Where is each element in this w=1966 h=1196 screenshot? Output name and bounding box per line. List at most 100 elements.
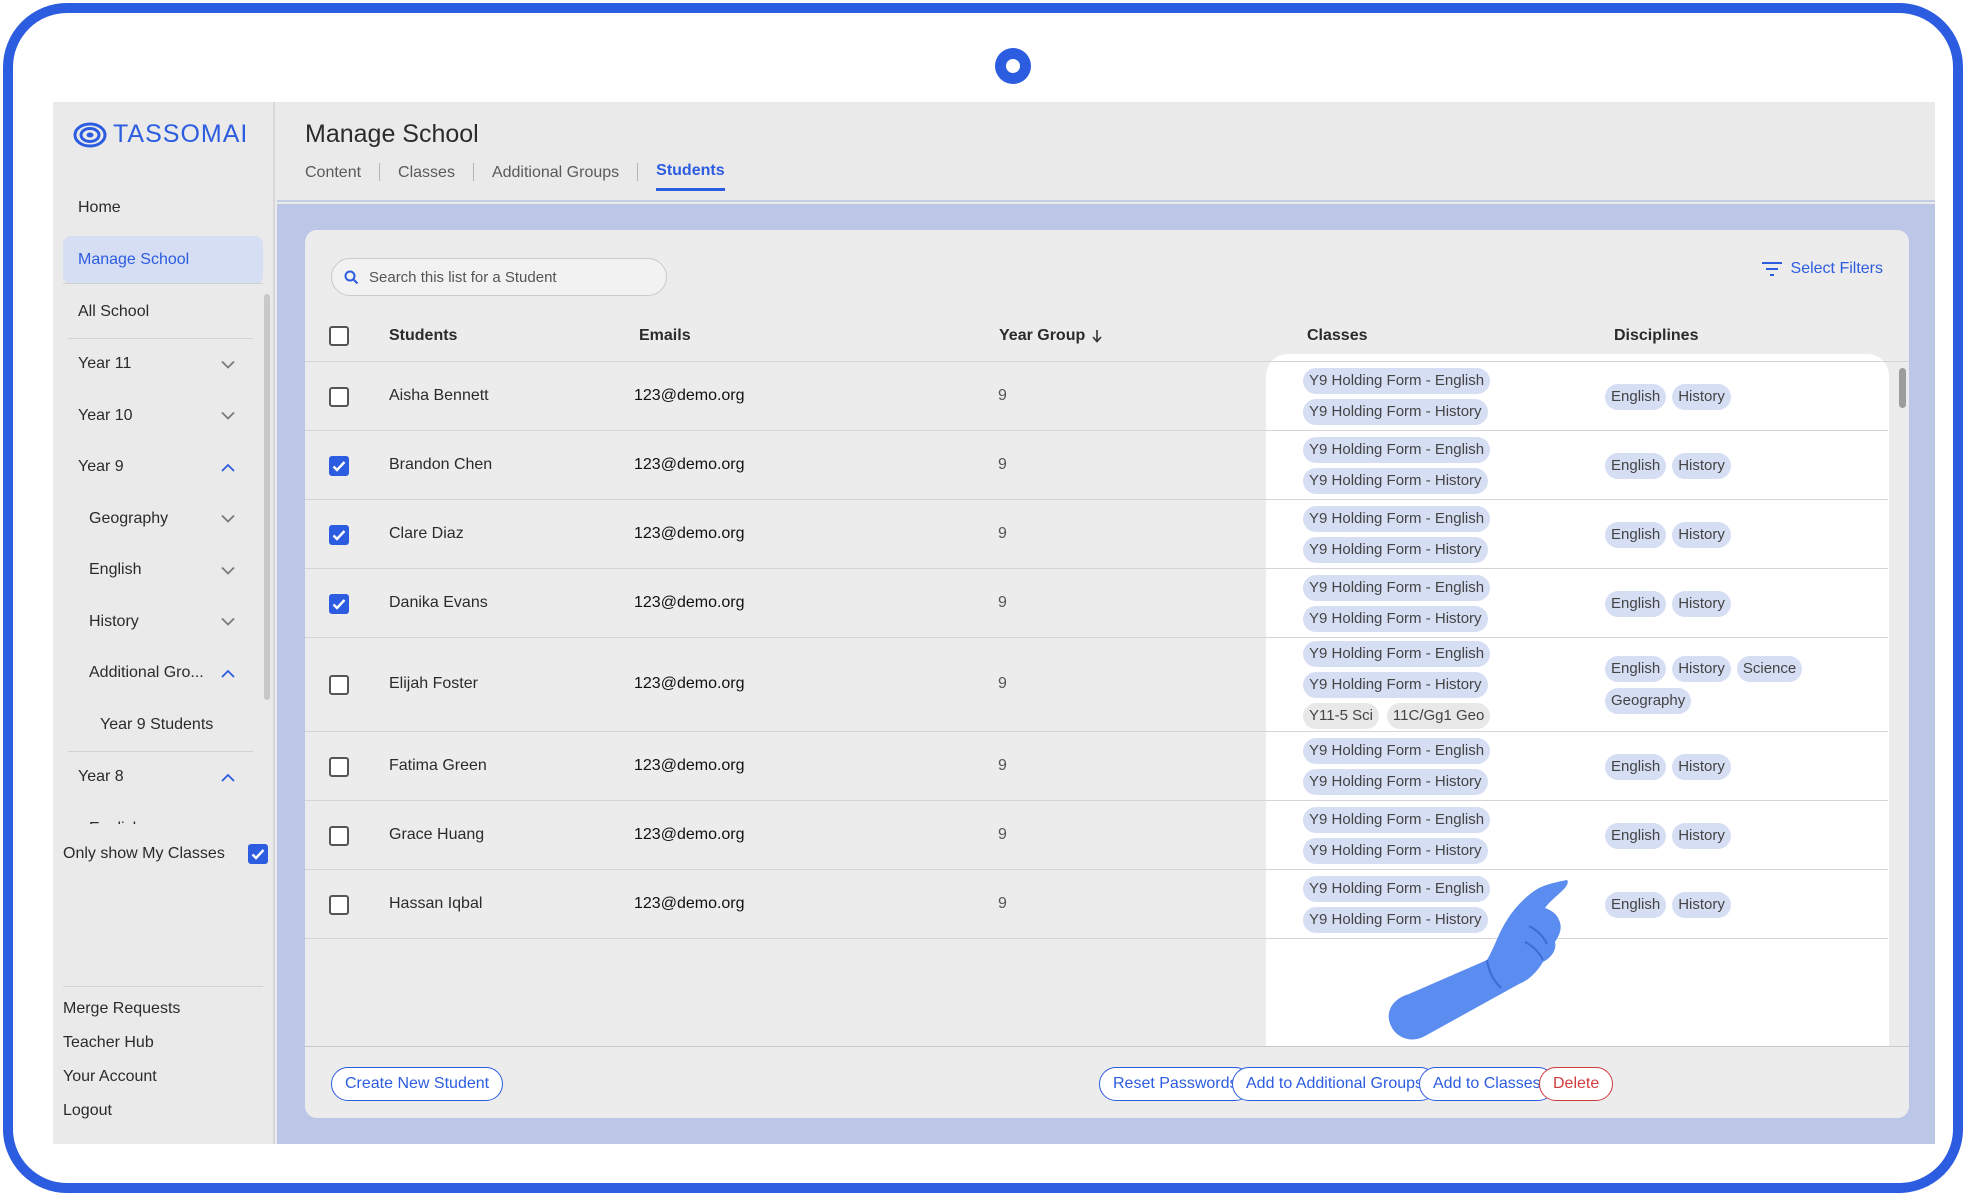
tree-item[interactable]: History bbox=[63, 596, 253, 648]
discipline-chip[interactable]: History bbox=[1672, 822, 1731, 849]
column-emails[interactable]: Emails bbox=[639, 327, 691, 345]
row-checkbox[interactable] bbox=[329, 675, 349, 695]
discipline-chip[interactable]: History bbox=[1672, 656, 1731, 682]
tree-item[interactable]: Year 8 bbox=[63, 752, 253, 804]
discipline-chip[interactable]: History bbox=[1672, 383, 1731, 410]
table-row[interactable]: Fatima Green 123@demo.org 9 Y9 Holding Form… bbox=[305, 732, 1888, 801]
discipline-chip[interactable]: English bbox=[1605, 383, 1667, 410]
brand-logo[interactable]: TASSOMAI bbox=[73, 120, 248, 149]
column-students[interactable]: Students bbox=[389, 327, 457, 345]
discipline-chip[interactable]: History bbox=[1672, 891, 1731, 918]
table-scrollbar[interactable] bbox=[1899, 368, 1906, 408]
student-search[interactable] bbox=[331, 258, 667, 296]
teacher-hub-link[interactable]: Teacher Hub bbox=[63, 1026, 263, 1060]
class-chip[interactable]: 11C/Gg1 Geo bbox=[1386, 703, 1491, 729]
your-account-link[interactable]: Your Account bbox=[63, 1060, 263, 1094]
class-chip[interactable]: Y9 Holding Form - English bbox=[1303, 738, 1491, 764]
chevron-down-icon[interactable] bbox=[221, 615, 235, 629]
tree-item[interactable]: Additional Gro... bbox=[63, 648, 253, 700]
row-checkbox[interactable] bbox=[329, 593, 349, 614]
tab-classes[interactable]: Classes bbox=[398, 164, 455, 190]
class-chip[interactable]: Y9 Holding Form - History bbox=[1303, 399, 1488, 425]
select-all-checkbox[interactable] bbox=[329, 326, 349, 346]
tab-content[interactable]: Content bbox=[305, 164, 361, 190]
discipline-chip[interactable]: History bbox=[1672, 590, 1731, 617]
row-checkbox[interactable] bbox=[329, 825, 349, 846]
class-chip[interactable]: Y9 Holding Form - History bbox=[1303, 769, 1488, 795]
chevron-down-icon[interactable] bbox=[221, 822, 235, 824]
chevron-down-icon[interactable] bbox=[221, 563, 235, 577]
tree-item[interactable]: English bbox=[63, 803, 253, 824]
sidebar-item-manage-school[interactable]: Manage School bbox=[63, 236, 263, 284]
table-row[interactable]: Grace Huang 123@demo.org 9 Y9 Holding Form … bbox=[305, 801, 1888, 870]
discipline-chip[interactable]: History bbox=[1672, 753, 1731, 780]
discipline-chip[interactable]: English bbox=[1605, 590, 1667, 617]
table-row[interactable]: Danika Evans 123@demo.org 9 Y9 Holding Form… bbox=[305, 569, 1888, 638]
tree-item[interactable]: Year 9 bbox=[63, 442, 253, 494]
discipline-chip[interactable]: English bbox=[1605, 891, 1667, 918]
only-my-classes-checkbox[interactable] bbox=[248, 844, 268, 864]
select-filters-button[interactable]: Select Filters bbox=[1761, 260, 1883, 278]
class-chip[interactable]: Y11-5 Sci bbox=[1303, 703, 1379, 729]
table-row[interactable]: Aisha Bennett 123@demo.org 9 Y9 Holding For… bbox=[305, 362, 1888, 431]
table-row[interactable]: Brandon Chen 123@demo.org 9 Y9 Holding Form… bbox=[305, 431, 1888, 500]
column-classes[interactable]: Classes bbox=[1307, 327, 1368, 345]
column-disciplines[interactable]: Disciplines bbox=[1614, 327, 1698, 345]
class-chip[interactable]: Y9 Holding Form - History bbox=[1303, 537, 1488, 563]
add-to-classes-button[interactable]: Add to Classes bbox=[1419, 1067, 1555, 1101]
row-checkbox[interactable] bbox=[329, 524, 349, 545]
row-checkbox[interactable] bbox=[329, 894, 349, 915]
class-chip[interactable]: Y9 Holding Form - History bbox=[1303, 468, 1488, 494]
discipline-chip[interactable]: English bbox=[1605, 521, 1667, 548]
class-chip[interactable]: Y9 Holding Form - History bbox=[1303, 672, 1488, 698]
only-my-classes-toggle[interactable]: Only show My Classes bbox=[63, 844, 268, 864]
class-chip[interactable]: Y9 Holding Form - History bbox=[1303, 606, 1488, 632]
chevron-up-icon[interactable] bbox=[221, 460, 235, 474]
table-row[interactable]: Hassan Iqbal 123@demo.org 9 Y9 Holding Form… bbox=[305, 870, 1888, 939]
row-checkbox[interactable] bbox=[329, 386, 349, 407]
discipline-chip[interactable]: English bbox=[1605, 656, 1667, 682]
tree-item[interactable]: All School bbox=[63, 286, 253, 338]
delete-button[interactable]: Delete bbox=[1539, 1067, 1614, 1101]
sidebar-item-home[interactable]: Home bbox=[63, 184, 263, 232]
discipline-chip[interactable]: Science bbox=[1736, 656, 1803, 682]
merge-requests-link[interactable]: Merge Requests bbox=[63, 992, 263, 1026]
chevron-down-icon[interactable] bbox=[221, 512, 235, 526]
table-row[interactable]: Clare Diaz 123@demo.org 9 Y9 Holding Form -… bbox=[305, 500, 1888, 569]
class-chip[interactable]: Y9 Holding Form - English bbox=[1303, 368, 1491, 394]
discipline-chip[interactable]: History bbox=[1672, 452, 1731, 479]
class-chip[interactable]: Y9 Holding Form - English bbox=[1303, 807, 1491, 833]
tree-item[interactable]: Year 10 bbox=[63, 390, 253, 442]
discipline-chip[interactable]: English bbox=[1605, 822, 1667, 849]
add-to-additional-groups-button[interactable]: Add to Additional Groups bbox=[1232, 1067, 1438, 1101]
discipline-chip[interactable]: English bbox=[1605, 452, 1667, 479]
class-chip[interactable]: Y9 Holding Form - English bbox=[1303, 506, 1491, 532]
chevron-down-icon[interactable] bbox=[221, 409, 235, 423]
discipline-chip[interactable]: History bbox=[1672, 521, 1731, 548]
logout-link[interactable]: Logout bbox=[63, 1094, 263, 1128]
discipline-chip[interactable]: Geography bbox=[1605, 688, 1692, 714]
tree-item[interactable]: Year 9 Students bbox=[63, 699, 253, 751]
table-row[interactable]: Elijah Foster 123@demo.org 9 Y9 Holding For… bbox=[305, 638, 1888, 732]
class-chip[interactable]: Y9 Holding Form - English bbox=[1303, 641, 1491, 667]
class-chip[interactable]: Y9 Holding Form - English bbox=[1303, 575, 1491, 601]
sidebar-scrollbar[interactable] bbox=[264, 294, 270, 700]
chevron-down-icon[interactable] bbox=[221, 357, 235, 371]
search-input[interactable] bbox=[369, 268, 649, 286]
tree-item[interactable]: Geography bbox=[63, 493, 253, 545]
reset-passwords-button[interactable]: Reset Passwords bbox=[1099, 1067, 1252, 1101]
row-checkbox[interactable] bbox=[329, 455, 349, 476]
tree-item[interactable]: Year 11 bbox=[63, 339, 253, 391]
chevron-up-icon[interactable] bbox=[221, 666, 235, 680]
tab-additional-groups[interactable]: Additional Groups bbox=[492, 164, 619, 190]
tree-item[interactable]: English bbox=[63, 545, 253, 597]
chevron-up-icon[interactable] bbox=[221, 770, 235, 784]
class-chip[interactable]: Y9 Holding Form - History bbox=[1303, 838, 1488, 864]
class-chip[interactable]: Y9 Holding Form - English bbox=[1303, 437, 1491, 463]
student-year-group: 9 bbox=[998, 455, 1007, 473]
column-year-group[interactable]: Year Group bbox=[999, 327, 1103, 345]
row-checkbox[interactable] bbox=[329, 756, 349, 777]
create-new-student-button[interactable]: Create New Student bbox=[331, 1067, 504, 1101]
discipline-chip[interactable]: English bbox=[1605, 753, 1667, 780]
tab-students[interactable]: Students bbox=[656, 162, 725, 191]
